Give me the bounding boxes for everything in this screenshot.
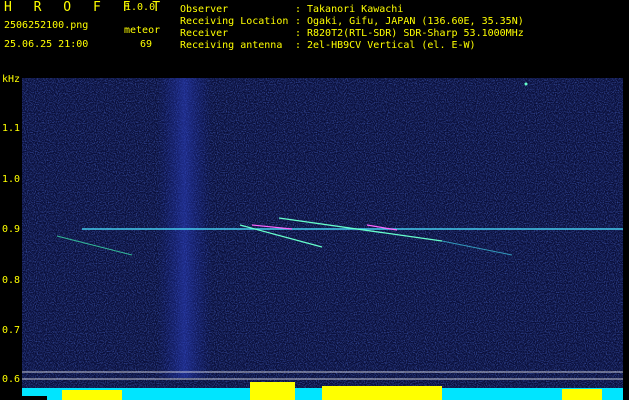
mode-label: meteor (124, 25, 161, 36)
interference-band (157, 78, 212, 378)
receiver-value: R820T2(RTL-SDR) SDR-Sharp 53.1000MHz (307, 28, 524, 39)
observer-colon: : (295, 4, 302, 15)
y-tick: 1.1 (2, 123, 21, 134)
antenna-colon: : (295, 40, 302, 51)
location-label: Receiving Location (180, 16, 289, 27)
y-axis-unit: kHz (2, 74, 21, 85)
y-tick: 1.0 (2, 174, 21, 185)
filename-label: 2506252100.png (4, 20, 89, 31)
location-value: Ogaki, Gifu, JAPAN (136.60E, 35.35N) (307, 16, 524, 27)
meteor-count: 69 (140, 39, 153, 50)
antenna-value: 2el-HB9CV Vertical (el. E-W) (307, 40, 476, 51)
noise-layer (22, 78, 623, 400)
bottom-bar-peak (562, 389, 602, 400)
datetime-label: 25.06.25 21:00 (4, 39, 89, 50)
bottom-bar-peak (322, 386, 442, 400)
observer-value: Takanori Kawachi (307, 4, 404, 15)
receiver-colon: : (295, 28, 302, 39)
bottom-bar-peak (250, 382, 295, 400)
location-colon: : (295, 16, 302, 27)
spectrogram (22, 78, 623, 400)
y-tick: 0.7 (2, 325, 21, 336)
y-tick: 0.8 (2, 275, 21, 286)
app-version: 1.0.0 (125, 2, 156, 13)
y-tick: 0.6 (2, 374, 21, 385)
antenna-label: Receiving antenna (180, 40, 283, 51)
receiver-label: Receiver (180, 28, 229, 39)
bottom-bar-peak (62, 390, 122, 400)
bottom-bar-dark (22, 396, 47, 400)
observer-label: Observer (180, 4, 229, 15)
meteor-echo (524, 82, 528, 86)
y-tick: 0.9 (2, 224, 21, 235)
